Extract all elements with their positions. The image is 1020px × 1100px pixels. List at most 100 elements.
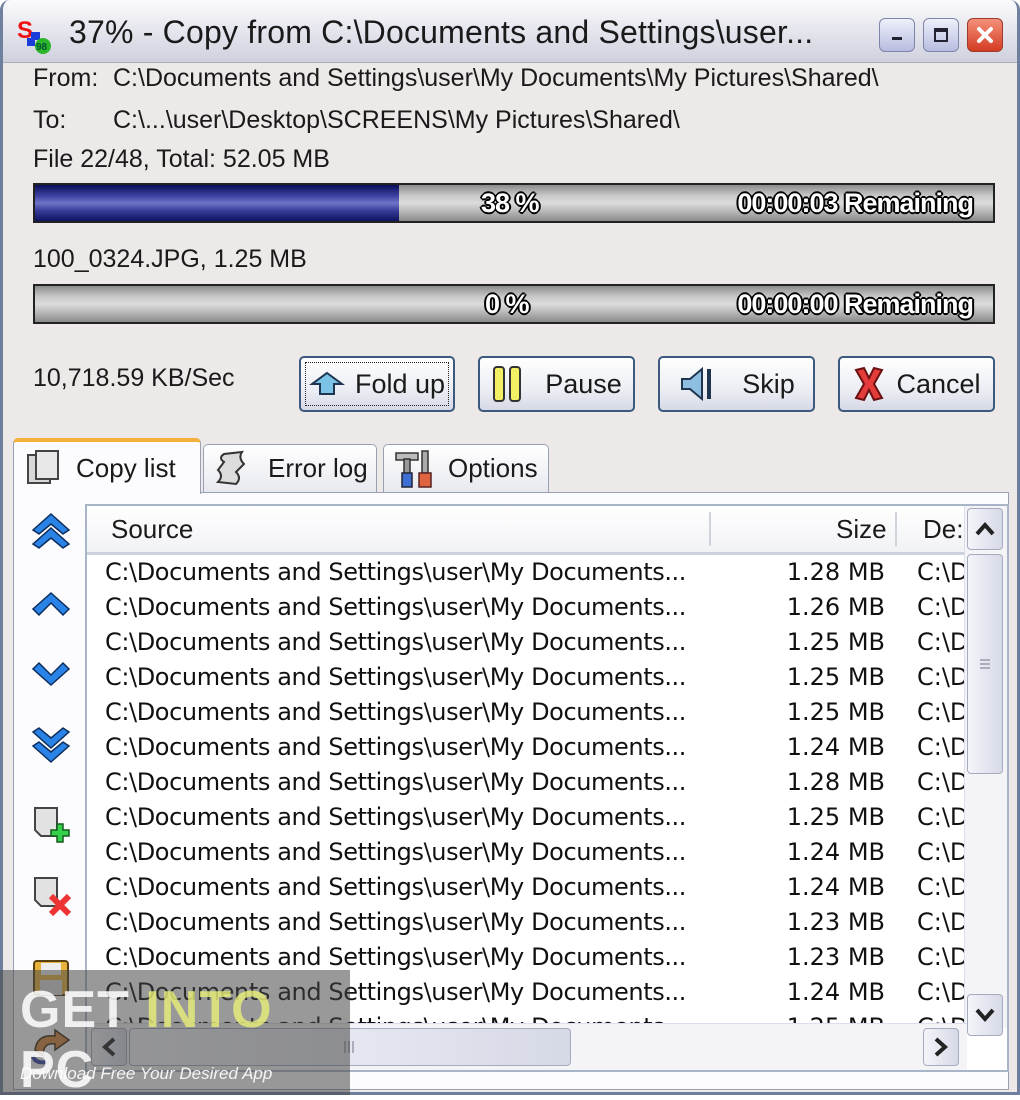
- move-to-bottom-button[interactable]: [27, 722, 75, 766]
- list-row[interactable]: C:\Documents and Settings\user\My Docume…: [87, 661, 965, 696]
- add-file-icon: [34, 807, 70, 843]
- total-progress-percent: 38 %: [481, 188, 540, 218]
- from-label: From:: [33, 64, 99, 92]
- minimize-icon: [892, 37, 902, 40]
- list-row[interactable]: C:\Documents and Settings\user\My Docume…: [87, 906, 965, 941]
- to-path: C:\...\user\Desktop\SCREENS\My Pictures\…: [113, 106, 680, 134]
- tab-error-log[interactable]: Error log: [203, 444, 377, 492]
- scroll-down-button[interactable]: [967, 994, 1003, 1036]
- tab-copy-list[interactable]: Copy list: [13, 438, 201, 494]
- move-down-button[interactable]: [27, 652, 75, 696]
- fold-up-button[interactable]: Fold up: [299, 356, 455, 412]
- row-source: C:\Documents and Settings\user\My Docume…: [105, 733, 687, 761]
- error-log-icon: [215, 450, 246, 485]
- list-row[interactable]: C:\Documents and Settings\user\My Docume…: [87, 836, 965, 871]
- row-source: C:\Documents and Settings\user\My Docume…: [105, 768, 687, 796]
- chevron-down-icon: [975, 1008, 995, 1023]
- pause-button[interactable]: Pause: [478, 356, 635, 412]
- svg-text:98: 98: [36, 42, 48, 53]
- row-size: 1.23 MB: [786, 943, 885, 971]
- column-resize-handle[interactable]: [709, 512, 711, 546]
- row-size: 1.25 MB: [786, 698, 885, 726]
- list-row[interactable]: C:\Documents and Settings\user\My Docume…: [87, 626, 965, 661]
- current-file-label: 100_0324.JPG, 1.25 MB: [33, 245, 307, 273]
- column-resize-handle[interactable]: [895, 512, 897, 546]
- total-progress-fill: [35, 185, 400, 221]
- supercopier-icon: S 98: [17, 17, 51, 54]
- row-source: C:\Documents and Settings\user\My Docume…: [105, 943, 687, 971]
- scroll-up-button[interactable]: [967, 508, 1003, 550]
- row-source: C:\Documents and Settings\user\My Docume…: [105, 663, 687, 691]
- move-to-top-button[interactable]: [27, 510, 75, 554]
- chevron-right-icon: [934, 1037, 949, 1057]
- file-time-remaining: 00:00:00 Remaining: [737, 289, 974, 319]
- move-up-icon: [31, 591, 71, 617]
- row-size: 1.25 MB: [786, 628, 885, 656]
- column-header-size[interactable]: Size: [836, 514, 887, 545]
- row-destination: C:\D: [917, 628, 965, 656]
- file-count-status: File 22/48, Total: 52.05 MB: [33, 145, 330, 173]
- add-file-button[interactable]: [27, 804, 75, 848]
- skip-button[interactable]: Skip: [658, 356, 815, 412]
- close-icon: [977, 27, 993, 43]
- list-row[interactable]: C:\Documents and Settings\user\My Docume…: [87, 591, 965, 626]
- transfer-speed: 10,718.59 KB/Sec: [33, 364, 235, 392]
- maximize-button[interactable]: [923, 18, 959, 52]
- row-source: C:\Documents and Settings\user\My Docume…: [105, 873, 687, 901]
- maximize-icon: [934, 28, 948, 42]
- window-title: 37% - Copy from C:\Documents and Setting…: [69, 14, 814, 50]
- list-row[interactable]: C:\Documents and Settings\user\My Docume…: [87, 731, 965, 766]
- to-line: To: C:\...\user\Desktop\SCREENS\My Pictur…: [33, 106, 680, 135]
- move-bottom-icon: [31, 727, 71, 764]
- row-destination: C:\D: [917, 838, 965, 866]
- cancel-button[interactable]: Cancel: [838, 356, 995, 412]
- minimize-button[interactable]: [879, 18, 915, 52]
- list-row[interactable]: C:\Documents and Settings\user\My Docume…: [87, 871, 965, 906]
- column-header-destination[interactable]: De:: [923, 514, 963, 545]
- vertical-scroll-thumb[interactable]: [967, 554, 1003, 774]
- to-label: To:: [33, 106, 67, 134]
- cancel-label: Cancel: [896, 368, 981, 399]
- row-source: C:\Documents and Settings\user\My Docume…: [105, 838, 687, 866]
- row-destination: C:\D: [917, 593, 965, 621]
- row-size: 1.23 MB: [786, 908, 885, 936]
- tab-options-label: Options: [448, 453, 538, 483]
- cancel-icon: [854, 366, 884, 402]
- skip-icon: [681, 366, 712, 402]
- copy-dialog-window: S 98 37% - Copy from C:\Documents and Se…: [0, 0, 1020, 1095]
- row-size: 1.24 MB: [786, 873, 885, 901]
- tab-options[interactable]: Options: [383, 444, 549, 492]
- row-destination: C:\D: [917, 908, 965, 936]
- row-size: 1.26 MB: [786, 593, 885, 621]
- list-row[interactable]: C:\Documents and Settings\user\My Docume…: [87, 801, 965, 836]
- move-up-button[interactable]: [27, 582, 75, 626]
- close-button[interactable]: [967, 18, 1003, 52]
- list-row[interactable]: C:\Documents and Settings\user\My Docume…: [87, 766, 965, 801]
- fold-up-label: Fold up: [354, 368, 446, 399]
- remove-file-button[interactable]: [27, 874, 75, 918]
- row-size: 1.24 MB: [786, 838, 885, 866]
- row-size: 1.24 MB: [786, 978, 885, 1006]
- list-row[interactable]: C:\Documents and Settings\user\My Docume…: [87, 696, 965, 731]
- scroll-right-button[interactable]: [923, 1028, 959, 1066]
- list-header: Source Size De:: [87, 506, 965, 555]
- list-row[interactable]: C:\Documents and Settings\user\My Docume…: [87, 556, 965, 591]
- grip-icon: [980, 659, 990, 669]
- row-destination: C:\D: [917, 698, 965, 726]
- title-bar[interactable]: S 98 37% - Copy from C:\Documents and Se…: [3, 0, 1017, 63]
- row-destination: C:\D: [917, 978, 965, 1006]
- row-destination: C:\D: [917, 663, 965, 691]
- file-progress-bar: 0 % 00:00:00 Remaining: [33, 284, 995, 324]
- row-destination: C:\D: [917, 768, 965, 796]
- tab-error-log-label: Error log: [268, 453, 368, 483]
- row-size: 1.28 MB: [786, 768, 885, 796]
- row-size: 1.25 MB: [786, 663, 885, 691]
- column-header-source[interactable]: Source: [111, 514, 193, 545]
- pause-label: Pause: [545, 368, 622, 399]
- row-size: 1.28 MB: [786, 558, 885, 586]
- row-size: 1.25 MB: [786, 803, 885, 831]
- vertical-scrollbar[interactable]: [964, 506, 1007, 1036]
- row-source: C:\Documents and Settings\user\My Docume…: [105, 558, 687, 586]
- tab-copy-list-label: Copy list: [76, 452, 176, 483]
- total-progress-bar: 38 % 00:00:03 Remaining: [33, 183, 995, 223]
